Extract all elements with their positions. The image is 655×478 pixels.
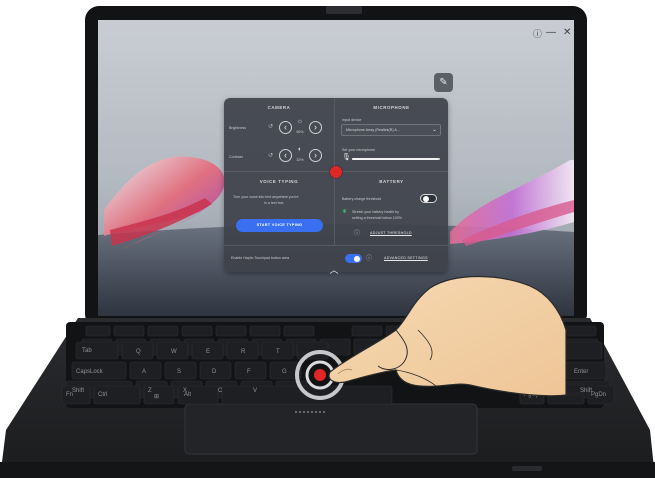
charge-threshold-label: Battery charge threshold	[342, 197, 382, 201]
info-icon[interactable]: ⓘ	[366, 253, 372, 262]
info-icon[interactable]: ⓘ	[354, 228, 360, 237]
toggle-knob	[354, 255, 360, 262]
microphone-section: MICROPHONE Input device Microphone Array…	[335, 98, 448, 172]
input-device-select[interactable]: Microphone Array (Realtek(R) A... ⌄	[341, 124, 441, 136]
brightness-reset-icon[interactable]: ↺	[268, 123, 273, 130]
key-w: W	[171, 349, 177, 355]
key-capslock: CapsLock	[76, 369, 104, 375]
key-ctrl-left: Ctrl	[98, 392, 107, 398]
voice-typing-description-2: in a text box.	[264, 201, 285, 205]
key-s: S	[177, 369, 181, 375]
chevron-down-icon: ⌄	[431, 127, 437, 133]
advanced-settings-link[interactable]: ADVANCED SETTINGS	[384, 256, 428, 260]
key-f: F	[247, 369, 251, 375]
key-e: E	[206, 349, 210, 355]
brightness-decrease-button[interactable]: ‹	[279, 121, 292, 134]
key-v: V	[253, 388, 257, 394]
battery-title: BATTERY	[379, 179, 404, 184]
edit-icon[interactable]: ✎	[434, 73, 453, 92]
voice-typing-section: VOICE TYPING Turn your voice into text a…	[224, 172, 335, 245]
input-device-label: Input device	[342, 118, 362, 122]
contrast-increase-button[interactable]: ›	[309, 149, 322, 162]
key-windows: ⊞	[154, 394, 159, 400]
minimize-icon[interactable]: —	[546, 28, 556, 38]
key-r: R	[241, 349, 246, 355]
key-a: A	[142, 369, 146, 375]
contrast-reset-icon[interactable]: ↺	[268, 152, 273, 159]
key-q: Q	[136, 349, 141, 355]
haptic-label: Enable Haptic Touchpad button area	[231, 256, 290, 260]
brightness-label: Brightness	[229, 126, 246, 130]
key-d: D	[212, 369, 217, 375]
voice-typing-title: VOICE TYPING	[259, 179, 299, 184]
battery-tip-2: setting a threshold below 100%	[352, 216, 402, 220]
key-alt-left: Alt	[184, 392, 191, 398]
key-t: T	[276, 349, 280, 355]
key-z: Z	[148, 388, 152, 394]
charge-threshold-toggle[interactable]	[420, 194, 437, 203]
microphone-icon: 🎙	[342, 154, 351, 161]
key-c: C	[218, 388, 223, 394]
key-fn: Fn	[66, 392, 73, 398]
key-tab: Tab	[82, 348, 92, 354]
info-icon[interactable]: ⓘ	[533, 29, 542, 39]
smart-settings-overlay: CAMERA Brightness ↺ ‹ ☼ 56% › Contrast ↺…	[224, 98, 448, 272]
camera-section: CAMERA Brightness ↺ ‹ ☼ 56% › Contrast ↺…	[224, 98, 335, 172]
brightness-icon: ☼	[296, 118, 304, 125]
key-g: G	[282, 369, 287, 375]
brightness-value: 56%	[296, 130, 304, 134]
contrast-label: Contrast	[229, 155, 243, 159]
battery-tip-1: Stretch your battery health by	[352, 210, 399, 214]
voice-typing-description-1: Turn your voice into text anywhere you'r…	[233, 195, 299, 199]
overlay-center-marker[interactable]	[330, 166, 342, 178]
key-shift-left: Shift	[72, 388, 84, 394]
contrast-decrease-button[interactable]: ‹	[279, 149, 292, 162]
input-device-value: Microphone Array (Realtek(R) A...	[346, 128, 400, 132]
touch-point-marker	[314, 369, 326, 381]
contrast-value: 32%	[296, 158, 304, 162]
adjust-threshold-link[interactable]: ADJUST THRESHOLD	[370, 231, 412, 235]
close-icon[interactable]: ✕	[563, 28, 571, 38]
microphone-volume-label: Set your microphone	[342, 148, 376, 152]
haptic-toggle[interactable]	[345, 254, 362, 263]
collapse-chevron-icon[interactable]: ︿	[327, 266, 341, 275]
key-pgdn: PgDn	[591, 392, 606, 398]
battery-section: BATTERY Battery charge threshold ❦ Stret…	[335, 172, 448, 245]
leaf-icon: ❦	[342, 209, 348, 215]
start-voice-typing-button[interactable]: START VOICE TYPING	[236, 219, 323, 232]
key-enter: Enter	[574, 369, 588, 375]
microphone-title: MICROPHONE	[373, 105, 410, 110]
microphone-volume-fill	[352, 158, 439, 160]
camera-title: CAMERA	[267, 105, 291, 110]
brightness-increase-button[interactable]: ›	[309, 121, 322, 134]
contrast-icon: ◐	[297, 146, 303, 153]
toggle-knob	[423, 195, 429, 202]
